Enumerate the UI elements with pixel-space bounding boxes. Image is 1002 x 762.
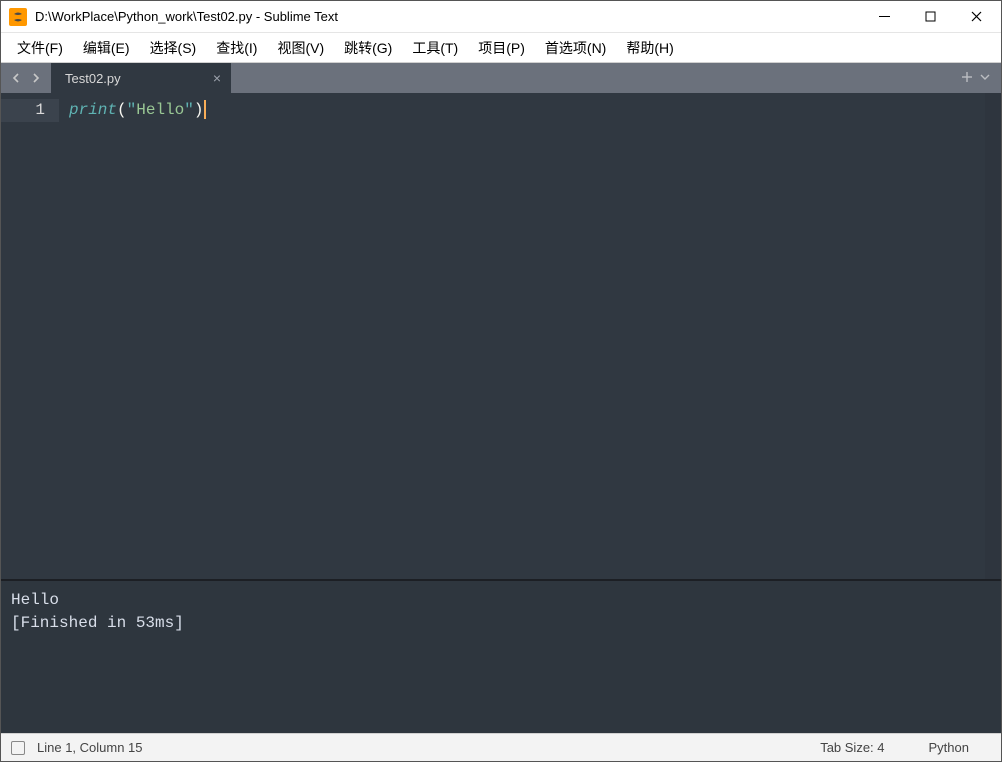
menu-help[interactable]: 帮助(H) [616,34,683,62]
code-content[interactable]: print("Hello") [59,93,965,579]
close-button[interactable] [953,2,999,32]
new-tab-icon[interactable] [961,71,973,86]
status-position[interactable]: Line 1, Column 15 [37,740,798,755]
vertical-scrollbar[interactable] [985,93,1001,579]
window-title: D:\WorkPlace\Python_work\Test02.py - Sub… [35,9,861,24]
tab-nav [1,63,51,93]
output-line: [Finished in 53ms] [11,614,184,632]
token-lparen: ( [117,101,127,119]
menu-project[interactable]: 项目(P) [468,34,535,62]
status-panel-icon[interactable] [11,741,25,755]
minimize-button[interactable] [861,2,907,32]
menu-bar: 文件(F) 编辑(E) 选择(S) 查找(I) 视图(V) 跳转(G) 工具(T… [1,33,1001,63]
title-bar: D:\WorkPlace\Python_work\Test02.py - Sub… [1,1,1001,33]
tab-menu-icon[interactable] [979,71,991,86]
menu-edit[interactable]: 编辑(E) [73,34,140,62]
tab-actions [951,63,1001,93]
menu-goto[interactable]: 跳转(G) [334,34,402,62]
line-number: 1 [1,99,59,122]
menu-view[interactable]: 视图(V) [267,34,334,62]
output-line: Hello [11,591,59,609]
app-icon [9,8,27,26]
tab-prev-icon[interactable] [7,63,25,93]
token-function: print [69,101,117,119]
menu-preferences[interactable]: 首选项(N) [535,34,616,62]
tab-active[interactable]: Test02.py × [51,63,231,93]
tab-label: Test02.py [65,71,121,86]
token-quote-open: " [127,101,137,119]
maximize-button[interactable] [907,2,953,32]
text-cursor [204,100,206,119]
token-quote-close: " [184,101,194,119]
status-bar: Line 1, Column 15 Tab Size: 4 Python [1,733,1001,761]
menu-find[interactable]: 查找(I) [206,34,267,62]
window-controls [861,2,999,32]
editor-area[interactable]: 1 print("Hello") [1,93,1001,579]
tab-bar: Test02.py × [1,63,1001,93]
tab-close-icon[interactable]: × [213,70,221,86]
status-language[interactable]: Python [907,740,991,755]
tab-next-icon[interactable] [27,63,45,93]
token-string: Hello [136,101,184,119]
menu-select[interactable]: 选择(S) [140,34,207,62]
output-panel[interactable]: Hello [Finished in 53ms] [1,579,1001,733]
token-rparen: ) [194,101,204,119]
menu-file[interactable]: 文件(F) [7,34,73,62]
line-gutter: 1 [1,93,59,579]
status-tab-size[interactable]: Tab Size: 4 [798,740,906,755]
menu-tools[interactable]: 工具(T) [402,34,468,62]
minimap[interactable] [965,93,985,579]
